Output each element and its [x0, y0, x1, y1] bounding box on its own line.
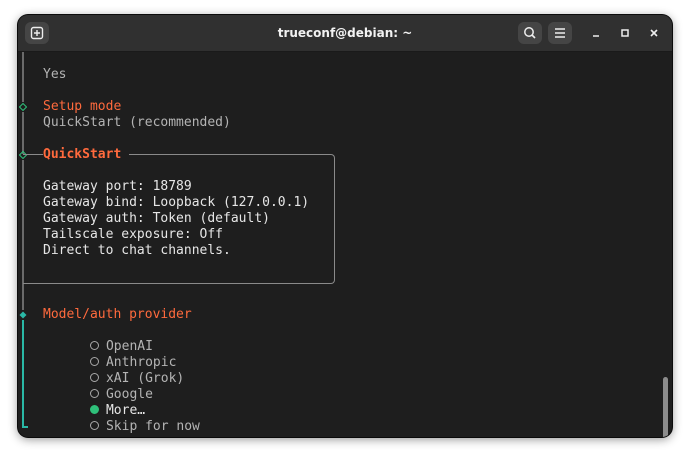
new-tab-button[interactable]: [25, 22, 49, 44]
title-bar: trueconf@debian: ~: [18, 15, 672, 52]
quickstart-line: Gateway port: 18789: [43, 179, 192, 194]
minimize-button[interactable]: [584, 22, 608, 44]
provider-option-openai[interactable]: OpenAI: [43, 323, 153, 354]
provider-option-skip[interactable]: Skip for now: [43, 403, 200, 434]
rail-segment: [22, 112, 24, 154]
search-button[interactable]: [518, 22, 542, 44]
provider-option-xai[interactable]: xAI (Grok): [43, 355, 184, 386]
provider-label: Model/auth provider: [43, 307, 192, 322]
window-title: trueconf@debian: ~: [277, 26, 413, 40]
step-active-icon: [19, 311, 27, 319]
provider-option-more[interactable]: More…: [43, 387, 145, 418]
scrollbar-thumb[interactable]: [663, 377, 668, 437]
provider-option-google[interactable]: Google: [43, 371, 153, 402]
setup-mode-label: Setup mode: [43, 99, 122, 114]
active-rail: [22, 320, 24, 428]
quickstart-line: Gateway bind: Loopback (127.0.0.1): [43, 195, 310, 210]
rail-segment: [22, 52, 24, 102]
terminal-content[interactable]: Yes Setup mode QuickStart (recommended) …: [18, 52, 672, 437]
quickstart-line: Gateway auth: Token (default): [43, 211, 270, 226]
terminal-window: trueconf@debian: ~ Yes Setup mode QuickS…: [18, 15, 672, 437]
quickstart-line: Tailscale exposure: Off: [43, 227, 224, 242]
setup-mode-value: QuickStart (recommended): [43, 115, 231, 130]
step-done-icon: [19, 103, 27, 111]
previous-answer: Yes: [43, 67, 67, 82]
active-rail-end: [22, 426, 28, 428]
radio-unselected-icon: [89, 421, 99, 430]
quickstart-line: Direct to chat channels.: [43, 243, 231, 258]
maximize-button[interactable]: [613, 22, 637, 44]
quickstart-title: QuickStart: [43, 147, 130, 163]
provider-option-anthropic[interactable]: Anthropic: [43, 339, 176, 370]
menu-button[interactable]: [548, 22, 572, 44]
close-button[interactable]: [642, 22, 666, 44]
